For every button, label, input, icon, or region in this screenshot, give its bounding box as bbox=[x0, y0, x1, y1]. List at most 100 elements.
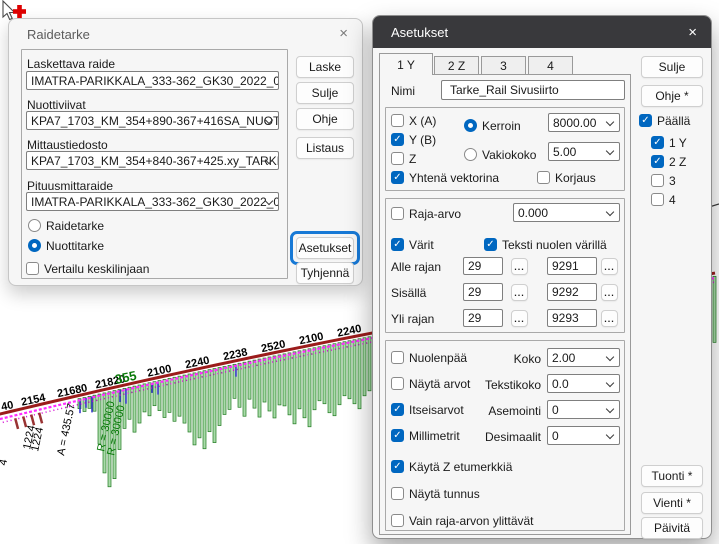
close-icon[interactable]: × bbox=[339, 26, 348, 41]
paalla-2z-label: 2 Z bbox=[669, 155, 686, 169]
alle-rajan-code-picker-button[interactable]: ... bbox=[601, 258, 618, 275]
teksti-nuolen-varilla-label: Teksti nuolen värillä bbox=[502, 238, 607, 252]
alle-rajan-color-input[interactable]: 29 bbox=[463, 257, 503, 275]
sulje-button[interactable]: Sulje bbox=[641, 56, 703, 78]
vakiokoko-radio[interactable]: Vakiokoko bbox=[464, 147, 536, 162]
radio-circle-icon bbox=[464, 148, 477, 161]
yli-rajan-color-picker-button[interactable]: ... bbox=[511, 310, 528, 327]
asemointi-combobox[interactable]: 0 bbox=[547, 400, 620, 419]
yhtena-vektorina-checkbox[interactable]: Yhtenä vektorina bbox=[391, 170, 499, 185]
nuolenpaa-checkbox[interactable]: Nuolenpää bbox=[391, 350, 467, 365]
kayta-z-etumerkkia-checkbox[interactable]: Käytä Z etumerkkiä bbox=[391, 459, 512, 474]
sisalla-code-picker-button[interactable]: ... bbox=[601, 284, 618, 301]
alle-rajan-color-picker-button[interactable]: ... bbox=[511, 258, 528, 275]
tekstikoko-combobox[interactable]: 0.0 bbox=[547, 374, 620, 393]
sisalla-code-input[interactable]: 9292 bbox=[547, 283, 597, 301]
listaus-button[interactable]: Listaus bbox=[296, 137, 354, 159]
sulje-button[interactable]: Sulje bbox=[296, 82, 354, 104]
ohje-button[interactable]: Ohje * bbox=[641, 85, 703, 107]
asemointi-value: 0 bbox=[552, 403, 559, 417]
tyhjenna-button[interactable]: Tyhjennä bbox=[296, 262, 354, 284]
checkbox-box-icon bbox=[391, 403, 404, 416]
svg-text:2520: 2520 bbox=[260, 338, 286, 355]
radio-circle-icon bbox=[28, 239, 41, 252]
nayta-arvot-label: Näytä arvot bbox=[409, 377, 470, 391]
itseisarvot-checkbox[interactable]: Itseisarvot bbox=[391, 402, 464, 417]
vain-raja-arvon-ylittavat-checkbox[interactable]: Vain raja-arvon ylittävät bbox=[391, 513, 534, 528]
tab-2-z[interactable]: 2 Z bbox=[434, 56, 479, 74]
nuottitarke-radio[interactable]: Nuottitarke bbox=[28, 238, 104, 253]
tuonti-button[interactable]: Tuonti * bbox=[641, 465, 703, 487]
laskettava-raide-field[interactable]: IMATRA-PARIKKALA_333-362_GK30_2022_001.t… bbox=[26, 71, 279, 90]
korjaus-checkbox[interactable]: Korjaus bbox=[537, 170, 596, 185]
millimetrit-checkbox[interactable]: Millimetrit bbox=[391, 428, 460, 443]
sisalla-color-input[interactable]: 29 bbox=[463, 283, 503, 301]
nuottiviivat-combobox[interactable]: KPA7_1703_KM_354+890-367+416SA_NUOTTI_ bbox=[26, 111, 279, 130]
pituusmittaraide-combobox[interactable]: IMATRA-PARIKKALA_333-362_GK30_2022_001.t bbox=[26, 192, 279, 211]
paalla-checkbox[interactable]: Päällä bbox=[639, 113, 690, 128]
checkbox-box-icon bbox=[639, 114, 652, 127]
kerroin-radio[interactable]: Kerroin bbox=[464, 118, 521, 133]
desimaalit-label: Desimaalit bbox=[463, 430, 541, 444]
yli-rajan-color-input[interactable]: 29 bbox=[463, 309, 503, 327]
varit-checkbox[interactable]: Värit bbox=[391, 237, 434, 252]
alle-rajan-color-value: 29 bbox=[468, 259, 481, 273]
vakiokoko-combobox[interactable]: 5.00 bbox=[548, 142, 620, 161]
sisalla-color-picker-button[interactable]: ... bbox=[511, 284, 528, 301]
svg-text:4: 4 bbox=[0, 458, 10, 466]
z-checkbox[interactable]: Z bbox=[391, 151, 416, 166]
chevron-down-icon bbox=[606, 208, 614, 216]
chevron-down-icon bbox=[606, 405, 614, 413]
raja-arvo-checkbox[interactable]: Raja-arvo bbox=[391, 206, 461, 221]
yli-rajan-code-picker-button[interactable]: ... bbox=[601, 310, 618, 327]
alle-rajan-code-input[interactable]: 9291 bbox=[547, 257, 597, 275]
nuottiviivat-value: KPA7_1703_KM_354+890-367+416SA_NUOTTI_ bbox=[31, 114, 279, 128]
paalla-4-checkbox[interactable]: 4 bbox=[651, 192, 676, 207]
yhtena-vektorina-label: Yhtenä vektorina bbox=[409, 171, 499, 185]
itseisarvot-label: Itseisarvot bbox=[409, 403, 464, 417]
checkbox-box-icon bbox=[391, 514, 404, 527]
laske-button[interactable]: Laske bbox=[296, 56, 354, 78]
kerroin-combobox[interactable]: 8000.00 bbox=[548, 113, 620, 132]
asetukset-button[interactable]: Asetukset bbox=[296, 237, 354, 259]
nuolenpaa-label: Nuolenpää bbox=[409, 351, 467, 365]
close-icon[interactable]: × bbox=[688, 25, 697, 40]
sisalla-color-value: 29 bbox=[468, 285, 481, 299]
ohje-button[interactable]: Ohje bbox=[296, 108, 354, 130]
raidetarke-radio[interactable]: Raidetarke bbox=[28, 218, 104, 233]
tab-1-y-label: 1 Y bbox=[397, 58, 415, 72]
tab-1-y[interactable]: 1 Y bbox=[379, 53, 433, 75]
raja-arvo-combobox[interactable]: 0.000 bbox=[513, 203, 620, 222]
asetukset-dialog-title: Asetukset bbox=[391, 25, 448, 40]
yli-rajan-code-input[interactable]: 9293 bbox=[547, 309, 597, 327]
koko-combobox[interactable]: 2.00 bbox=[547, 348, 620, 367]
asetukset-titlebar: Asetukset bbox=[373, 16, 711, 48]
nimi-input[interactable]: Tarke_Rail Sivusiirto bbox=[441, 80, 625, 100]
paivita-button[interactable]: Päivitä bbox=[641, 517, 703, 539]
svg-text:2240: 2240 bbox=[184, 355, 210, 372]
teksti-nuolen-varilla-checkbox[interactable]: Teksti nuolen värillä bbox=[484, 237, 607, 252]
chevron-down-icon bbox=[606, 118, 614, 126]
x-a-checkbox[interactable]: X (A) bbox=[391, 113, 436, 128]
laskettava-raide-label: Laskettava raide bbox=[27, 57, 115, 71]
tab-3[interactable]: 3 bbox=[481, 56, 526, 74]
mittaustiedosto-combobox[interactable]: KPA7_1703_KM_354+840-367+425.xy_TARKE M bbox=[26, 151, 279, 170]
raidetarke-radio-label: Raidetarke bbox=[46, 219, 104, 233]
tab-4[interactable]: 4 bbox=[528, 56, 573, 74]
radio-circle-icon bbox=[464, 119, 477, 132]
paalla-3-checkbox[interactable]: 3 bbox=[651, 173, 676, 188]
checkbox-box-icon bbox=[391, 238, 404, 251]
paalla-2z-checkbox[interactable]: 2 Z bbox=[651, 154, 686, 169]
nayta-tunnus-checkbox[interactable]: Näytä tunnus bbox=[391, 486, 480, 501]
svg-text:2100: 2100 bbox=[298, 331, 324, 348]
desimaalit-combobox[interactable]: 0 bbox=[547, 426, 620, 445]
vertailu-keskilinjaan-checkbox[interactable]: Vertailu keskilinjaan bbox=[26, 261, 149, 276]
nuottiviivat-label: Nuottiviivat bbox=[27, 98, 86, 112]
y-b-checkbox[interactable]: Y (B) bbox=[391, 132, 436, 147]
kerroin-label: Kerroin bbox=[482, 119, 521, 133]
paalla-1y-checkbox[interactable]: 1 Y bbox=[651, 135, 687, 150]
vienti-button[interactable]: Vienti * bbox=[641, 492, 703, 514]
mouse-cursor-icon bbox=[0, 0, 32, 26]
nayta-arvot-checkbox[interactable]: Näytä arvot bbox=[391, 376, 470, 391]
nimi-label: Nimi bbox=[391, 84, 415, 98]
